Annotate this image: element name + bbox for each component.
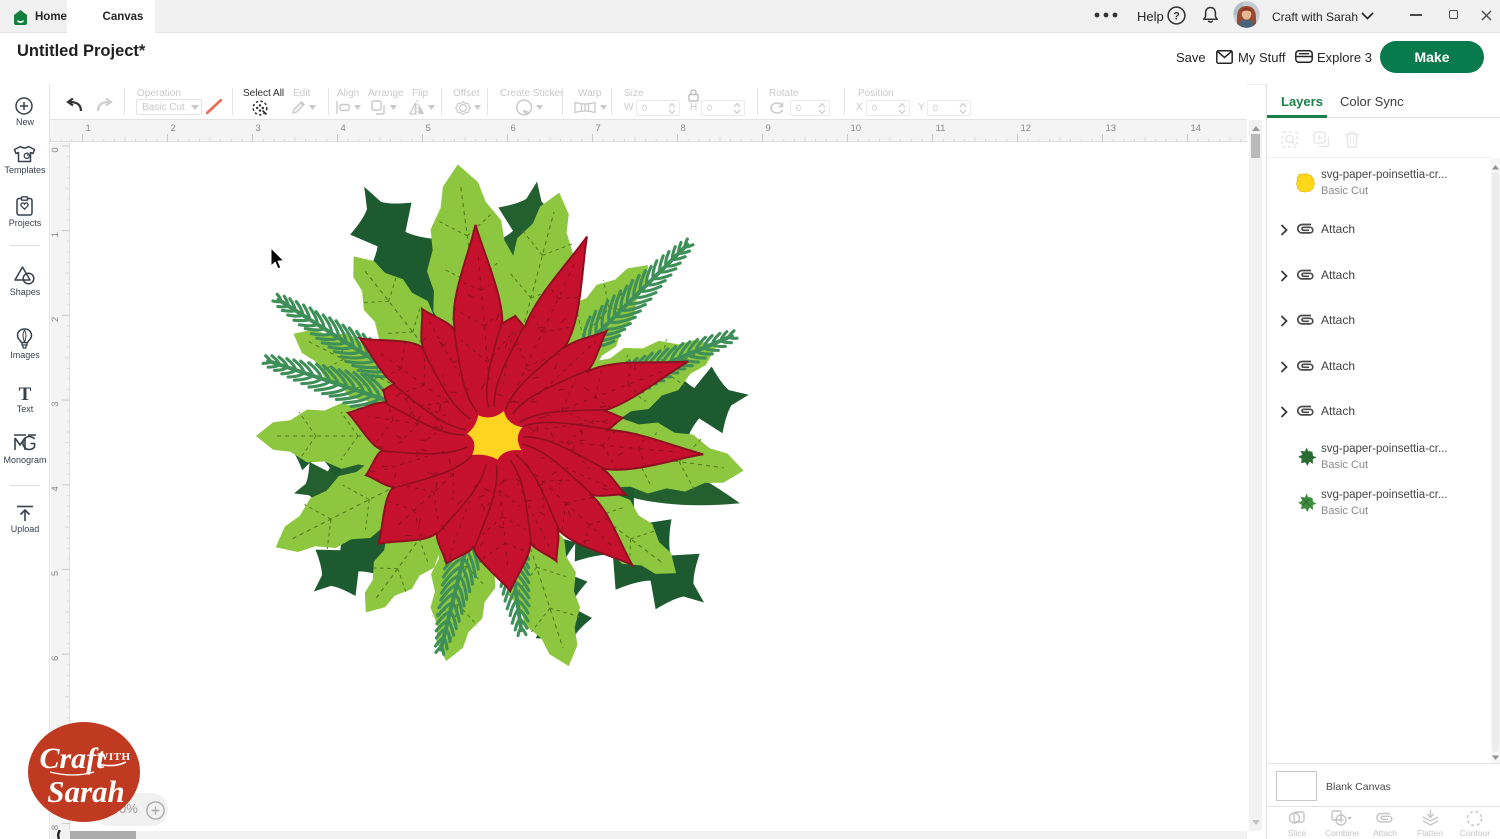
svg-text:2: 2	[171, 123, 176, 134]
svg-text:4: 4	[341, 123, 346, 134]
svg-text:8: 8	[681, 123, 686, 134]
svg-text:9: 9	[766, 123, 771, 134]
svg-text:0: 0	[51, 147, 61, 152]
svg-text:7: 7	[596, 123, 601, 134]
svg-text:5: 5	[426, 123, 431, 134]
svg-text:4: 4	[51, 486, 61, 491]
svg-text:13: 13	[1106, 123, 1117, 134]
svg-text:Sarah: Sarah	[47, 774, 125, 809]
svg-text:3: 3	[256, 123, 261, 134]
svg-text:12: 12	[1021, 123, 1032, 134]
svg-text:10: 10	[851, 123, 862, 134]
svg-text:?: ?	[1173, 10, 1180, 22]
svg-text:6: 6	[511, 123, 516, 134]
svg-text:WITH: WITH	[97, 751, 130, 763]
svg-text:1: 1	[86, 123, 91, 134]
svg-text:14: 14	[1191, 123, 1202, 134]
svg-text:11: 11	[936, 123, 946, 134]
svg-text:6: 6	[51, 656, 61, 661]
svg-text:1: 1	[51, 232, 61, 237]
svg-text:5: 5	[51, 571, 61, 576]
svg-text:Craft: Craft	[39, 742, 106, 775]
svg-text:2: 2	[51, 317, 61, 322]
svg-text:3: 3	[51, 401, 61, 406]
